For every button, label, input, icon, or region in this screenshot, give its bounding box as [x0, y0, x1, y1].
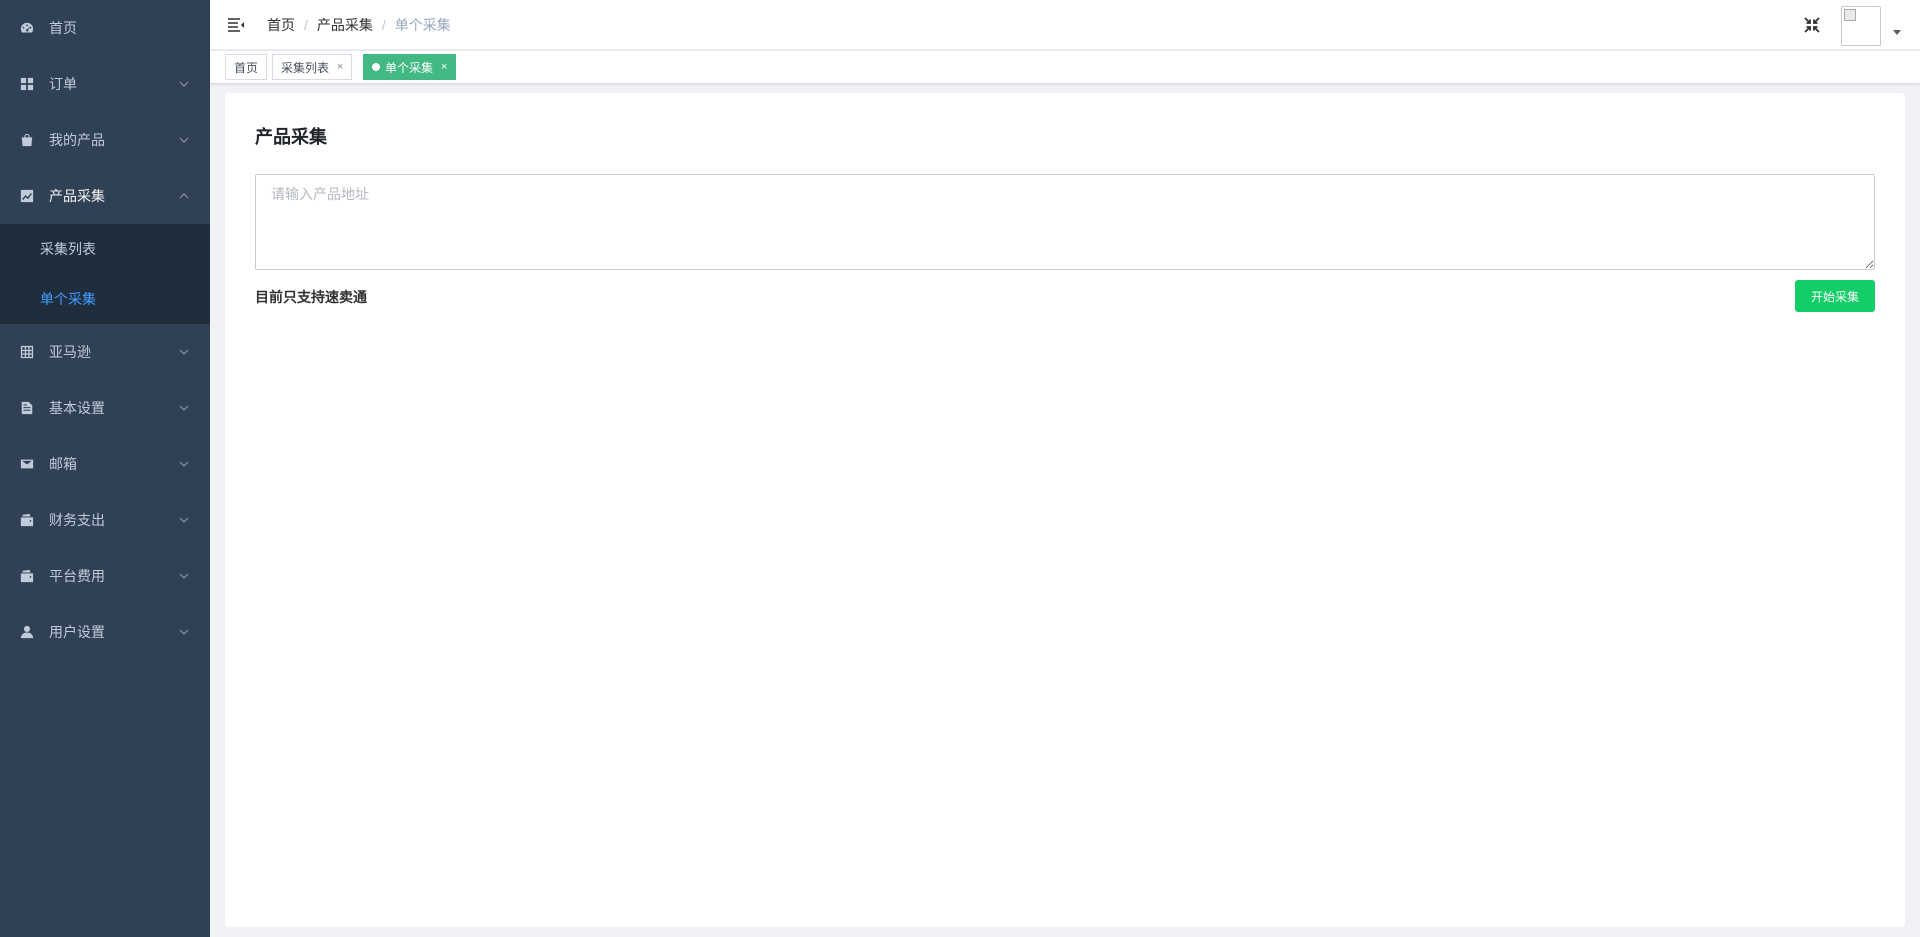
- tag-label: 首页: [234, 60, 259, 75]
- sidebar-item-label: 平台费用: [49, 568, 105, 584]
- sidebar-item-label: 亚马逊: [49, 344, 91, 360]
- chevron-down-icon: [178, 402, 190, 414]
- sidebar-item-mailbox[interactable]: 邮箱: [0, 436, 210, 492]
- product-url-input[interactable]: [255, 174, 1875, 270]
- mail-icon: [20, 457, 34, 471]
- chevron-down-icon: [178, 514, 190, 526]
- sidebar-item-label: 基本设置: [49, 400, 105, 416]
- sidebar: 首页 订单 我的产品 产品采集 采集列表 单个采集 亚马逊 基本设置 邮箱 财务…: [0, 0, 210, 937]
- user-icon: [20, 625, 34, 639]
- navbar: 首页 / 产品采集 / 单个采集: [210, 0, 1920, 50]
- fullscreen-icon[interactable]: [1802, 15, 1822, 35]
- sidebar-item-platform-fees[interactable]: 平台费用: [0, 548, 210, 604]
- product-collect-card: 产品采集 目前只支持速卖通 开始采集: [225, 93, 1905, 927]
- sidebar-item-single-collect[interactable]: 单个采集: [0, 274, 210, 324]
- sidebar-item-orders[interactable]: 订单: [0, 56, 210, 112]
- broken-image-icon: [1844, 9, 1856, 21]
- sidebar-item-user-settings[interactable]: 用户设置: [0, 604, 210, 660]
- chevron-down-icon: [178, 458, 190, 470]
- tag-single-collect[interactable]: 单个采集 ×: [363, 54, 457, 80]
- tag-home[interactable]: 首页: [225, 54, 268, 80]
- sidebar-item-label: 邮箱: [49, 456, 77, 472]
- start-collect-button[interactable]: 开始采集: [1795, 280, 1875, 312]
- sidebar-item-label: 产品采集: [49, 188, 105, 204]
- sidebar-item-label: 单个采集: [40, 291, 96, 307]
- chart-icon: [20, 189, 34, 203]
- grid-icon: [20, 77, 34, 91]
- sidebar-item-my-products[interactable]: 我的产品: [0, 112, 210, 168]
- breadcrumb-separator: /: [381, 17, 386, 33]
- close-icon[interactable]: ×: [441, 61, 447, 73]
- table-icon: [20, 345, 34, 359]
- sidebar-item-label: 我的产品: [49, 132, 105, 148]
- chevron-down-icon: [178, 78, 190, 90]
- chevron-down-icon: [178, 626, 190, 638]
- active-dot-icon: [372, 63, 380, 71]
- sidebar-item-collect-list[interactable]: 采集列表: [0, 224, 210, 274]
- breadcrumb-current: 单个采集: [394, 17, 451, 33]
- chevron-up-icon: [178, 190, 190, 202]
- document-icon: [20, 401, 34, 415]
- sidebar-item-label: 订单: [49, 76, 77, 92]
- page-title: 产品采集: [255, 127, 327, 147]
- tag-collect-list[interactable]: 采集列表 ×: [272, 54, 353, 80]
- chevron-down-icon: [178, 346, 190, 358]
- breadcrumb: 首页 / 产品采集 / 单个采集: [267, 0, 451, 50]
- chevron-down-icon: [178, 134, 190, 146]
- submenu-product-collect: 采集列表 单个采集: [0, 224, 210, 324]
- sidebar-item-finance-expense[interactable]: 财务支出: [0, 492, 210, 548]
- wallet-icon: [20, 513, 34, 527]
- sidebar-item-product-collect[interactable]: 产品采集: [0, 168, 210, 224]
- sidebar-item-basic-settings[interactable]: 基本设置: [0, 380, 210, 436]
- sidebar-item-label: 首页: [49, 20, 77, 36]
- sidebar-item-label: 采集列表: [40, 241, 96, 257]
- tags-view: 首页 采集列表 × 单个采集 ×: [210, 51, 1920, 84]
- chevron-down-icon: [178, 570, 190, 582]
- dashboard-icon: [20, 21, 34, 35]
- breadcrumb-product-collect[interactable]: 产品采集: [317, 15, 373, 35]
- hamburger-icon[interactable]: [226, 15, 246, 35]
- sidebar-item-amazon[interactable]: 亚马逊: [0, 324, 210, 380]
- close-icon[interactable]: ×: [337, 61, 343, 73]
- shopping-bag-icon: [20, 133, 34, 147]
- avatar[interactable]: [1841, 6, 1881, 46]
- tag-label: 采集列表: [281, 60, 330, 75]
- wallet-icon: [20, 569, 34, 583]
- sidebar-item-label: 用户设置: [49, 624, 105, 640]
- sidebar-item-label: 财务支出: [49, 512, 105, 528]
- support-note: 目前只支持速卖通: [255, 289, 367, 305]
- caret-down-icon[interactable]: [1893, 30, 1901, 35]
- breadcrumb-home[interactable]: 首页: [267, 15, 295, 35]
- sidebar-item-home[interactable]: 首页: [0, 0, 210, 56]
- breadcrumb-separator: /: [304, 17, 308, 33]
- tag-label: 单个采集: [385, 60, 434, 75]
